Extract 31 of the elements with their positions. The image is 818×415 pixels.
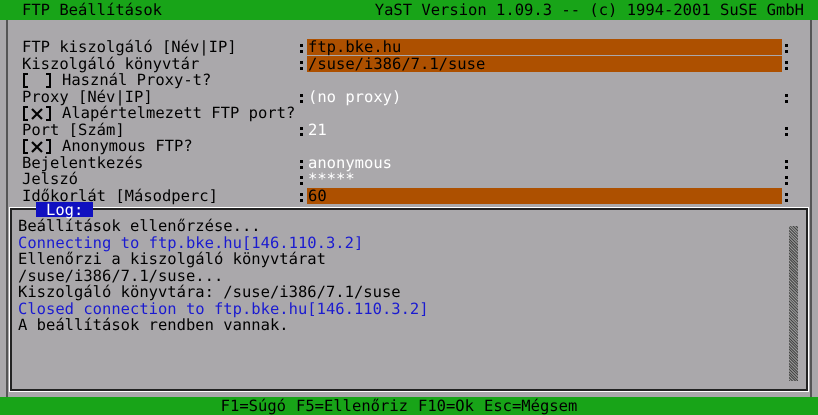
log-title: Log: <box>36 202 94 217</box>
log-line: A beállítások rendben vannak. <box>18 317 289 334</box>
field-label: Bejelentkezés <box>22 154 144 171</box>
checkbox-label: Anonymous FTP? <box>61 138 193 154</box>
log-line: Connecting to ftp.bke.hu[146.110.3.2] <box>18 234 364 251</box>
log-line: Closed connection to ftp.bke.hu[146.110.3.2] <box>18 300 430 317</box>
checkbox-label: Alapértelmezett FTP port? <box>62 105 296 122</box>
shortcut-key[interactable]: F10=Ok <box>418 398 474 414</box>
shortcut-key[interactable]: F5=Ellenőriz <box>296 398 408 414</box>
log-line: Ellenőrzi a kiszolgáló könyvtárat <box>18 251 326 268</box>
field-label: Időkorlát [Másodperc] <box>22 188 219 204</box>
input-field[interactable]: 60 <box>307 188 782 204</box>
input-field[interactable]: /suse/i386/7.1/suse <box>307 56 782 72</box>
window-title: FTP Beállítások <box>22 1 162 19</box>
checkbox-label: Használ Proxy-t? <box>62 72 212 88</box>
field-label: Port [Szám] <box>22 122 125 138</box>
checkbox[interactable] <box>22 138 52 154</box>
log-line: /suse/i386/7.1/suse... <box>18 268 224 284</box>
checkbox[interactable] <box>22 72 52 88</box>
scrollbar[interactable] <box>789 226 798 381</box>
field-label: Kiszolgáló könyvtár <box>22 56 200 72</box>
shortcut-key[interactable]: Esc=Mégsem <box>484 398 578 414</box>
checkbox[interactable] <box>22 105 52 122</box>
log-line: Kiszolgáló könyvtára: /suse/i386/7.1/suse <box>18 284 402 300</box>
input-field[interactable]: ftp.bke.hu <box>307 39 782 56</box>
shortcut-key[interactable]: F1=Súgó <box>220 398 286 414</box>
field-label: FTP kiszolgáló [Név|IP] <box>22 39 238 56</box>
version-text: YaST Version 1.09.3 -- (c) 1994-2001 SuSE GmbH <box>374 1 804 19</box>
field-label: Jelszó <box>22 171 78 188</box>
field-label: Proxy [Név|IP] <box>22 88 153 105</box>
log-line: Beállítások ellenőrzése... <box>18 218 262 234</box>
